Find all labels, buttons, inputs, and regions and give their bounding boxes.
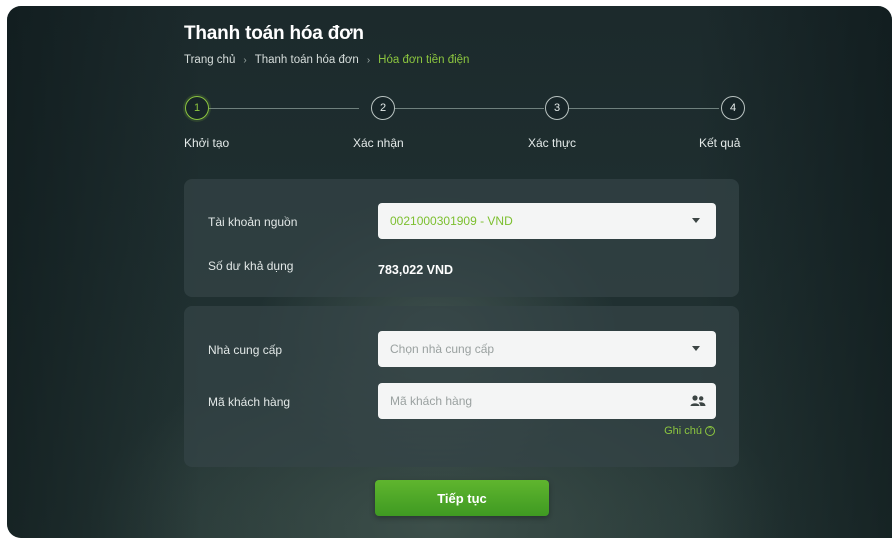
stepper-connector	[209, 108, 359, 109]
breadcrumb-home[interactable]: Trang chủ	[184, 54, 235, 66]
source-account-label: Tài khoản nguồn	[208, 215, 298, 229]
breadcrumb-separator-icon: ›	[366, 54, 371, 66]
breadcrumb-separator-icon: ›	[243, 54, 247, 66]
step-3-circle: 3	[545, 96, 569, 120]
step-2-circle: 2	[371, 96, 395, 120]
customer-code-input[interactable]: Mã khách hàng	[378, 383, 716, 419]
source-account-select[interactable]: 0021000301909 - VND	[378, 203, 716, 239]
note-link[interactable]: Ghi chú ?	[664, 425, 715, 437]
contacts-icon[interactable]	[690, 394, 706, 408]
provider-select[interactable]: Chọn nhà cung cấp	[378, 331, 716, 367]
source-account-value: 0021000301909 - VND	[390, 214, 513, 228]
breadcrumb-current: Hóa đơn tiền điện	[378, 54, 470, 66]
bill-details-card: Nhà cung cấp Chọn nhà cung cấp Mã khách …	[184, 306, 739, 467]
step-4-label: Kết quả	[699, 136, 741, 150]
bill-payment-page: Thanh toán hóa đơn Trang chủ › Thanh toá…	[7, 6, 892, 538]
step-4-circle: 4	[721, 96, 745, 120]
balance-label: Số dư khả dụng	[208, 259, 294, 273]
chevron-down-icon	[692, 346, 700, 351]
step-3-label: Xác thực	[528, 136, 577, 150]
customer-code-label: Mã khách hàng	[208, 395, 291, 409]
source-account-card: Tài khoản nguồn 0021000301909 - VND Số d…	[184, 179, 739, 297]
page-title: Thanh toán hóa đơn	[184, 23, 364, 44]
help-circle-icon: ?	[705, 426, 715, 436]
step-1-circle: 1	[185, 96, 209, 120]
balance-value: 783,022 VND	[378, 263, 454, 277]
progress-stepper: 1 2 3 4 Khởi tạo Xác nhận Xác thực Kết q…	[184, 95, 745, 150]
provider-label: Nhà cung cấp	[208, 343, 283, 357]
note-label: Ghi chú	[664, 425, 702, 437]
chevron-down-icon	[692, 218, 700, 223]
customer-code-placeholder: Mã khách hàng	[390, 394, 473, 408]
stepper-connector	[569, 108, 719, 109]
provider-placeholder: Chọn nhà cung cấp	[390, 342, 495, 356]
step-1-label: Khởi tạo	[184, 136, 230, 150]
breadcrumb: Trang chủ › Thanh toán hóa đơn › Hóa đơn…	[184, 54, 469, 66]
breadcrumb-bill-payment[interactable]: Thanh toán hóa đơn	[255, 54, 359, 66]
step-2-label: Xác nhận	[353, 136, 404, 150]
continue-button[interactable]: Tiếp tục	[375, 480, 549, 516]
stepper-connector	[394, 108, 544, 109]
app-window: Thanh toán hóa đơn Trang chủ › Thanh toá…	[7, 6, 892, 538]
